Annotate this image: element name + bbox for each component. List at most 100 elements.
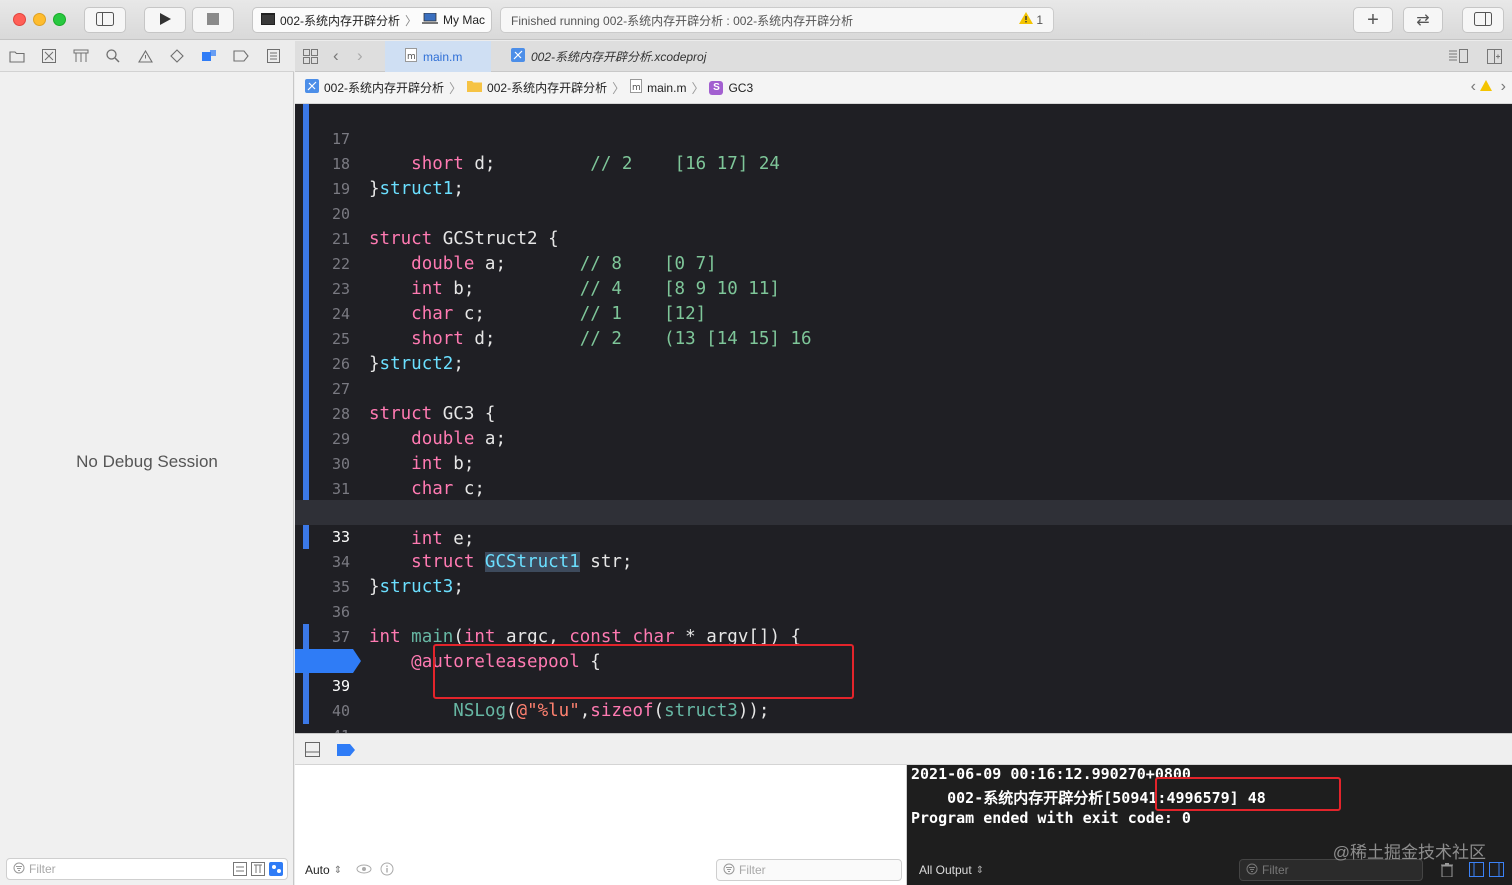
variables-filter-input[interactable]: Filter [716,859,902,881]
previous-issue-icon[interactable]: ‹ [1471,78,1476,96]
mac-device-icon [422,12,439,28]
code-line[interactable]: 28 double a; [295,377,1512,449]
navigator-filter-input[interactable]: Filter [6,858,288,880]
app-target-icon [261,12,275,28]
code-review-button[interactable]: ⇄ [1403,7,1443,33]
navigator-selector-bar [0,41,294,72]
code-line[interactable]: 34 }struct3; [295,525,1512,597]
sidebar-left-icon [96,11,114,29]
code-line[interactable]: 21 double a; // 8 [0 7] [295,202,1512,274]
scheme-selector[interactable]: 002-系统内存开辟分析 〉 My Mac [252,7,492,33]
hide-debug-area-icon[interactable] [305,742,320,762]
code-line[interactable]: 37 @autoreleasepool { [295,600,1512,672]
output-selector-label: All Output [919,863,972,877]
code-line[interactable]: 17 short d; // 2 [16 17] 24 [295,104,1512,174]
grid-options-icon[interactable] [233,862,247,879]
play-icon [158,12,172,29]
back-chevron-icon[interactable]: ‹ [333,46,339,66]
add-editor-icon[interactable] [1487,49,1502,69]
code-line[interactable]: 31 short d; [295,452,1512,524]
breakpoint-tag-icon[interactable] [232,47,250,65]
code-line[interactable]: 32 int e; [295,477,1512,549]
scheme-target-label: 002-系统内存开辟分析 [280,13,401,28]
m-file-icon: m [405,48,417,65]
warning-count: 1 [1036,12,1043,27]
chevron-right-icon: 〉 [612,81,626,96]
breakpoints-toggle-icon[interactable] [337,743,355,761]
annotation-highlight-box [433,644,854,699]
console-filter-placeholder: Filter [1262,863,1289,877]
code-line[interactable]: 20 struct GCStruct2 { [295,177,1512,249]
console-output[interactable]: 2021-06-09 00:16:12.990270+0800 002-系统内存… [907,765,1512,885]
editor-tab-bar: ‹ › m main.m 002-系统内存开辟分析.xcodeproj [295,41,1512,72]
warning-indicator[interactable]: 1 [1019,12,1043,27]
auto-scope-label: Auto [305,863,330,877]
code-line[interactable]: 36 int main(int argc, const char * argv[… [295,575,1512,647]
issue-warning-icon[interactable] [1480,80,1492,94]
code-line[interactable]: 22 int b; // 4 [8 9 10 11] [295,227,1512,299]
run-button[interactable] [144,7,186,33]
next-issue-icon[interactable]: › [1501,78,1506,96]
hierarchy-filter-icon[interactable] [251,862,265,879]
navigator-filter-placeholder: Filter [29,862,56,876]
tab-xcodeproj[interactable]: 002-系统内存开辟分析.xcodeproj [491,41,761,72]
people-filter-icon[interactable] [269,862,283,879]
issue-warning-icon[interactable] [136,47,154,65]
search-icon[interactable] [104,47,122,65]
split-view-left-icon[interactable] [1469,862,1484,880]
eye-icon[interactable] [356,863,372,877]
zoom-window-button[interactable] [53,13,66,26]
report-list-icon[interactable] [264,47,282,65]
code-line[interactable]: 35 [295,550,1512,596]
up-down-chevron-icon: ⇕ [975,864,985,876]
filter-icon [13,862,25,877]
code-line[interactable]: 41 [295,699,1512,733]
split-view-right-icon[interactable] [1489,862,1504,880]
code-line[interactable]: 30 char c; [295,427,1512,499]
current-code-line[interactable]: 33 struct GCStruct1 str; [295,500,1512,572]
jumpbar-file[interactable]: main.m [647,81,686,95]
folder-icon[interactable] [8,47,26,65]
jumpbar-folder[interactable]: 002-系统内存开辟分析 [487,79,607,96]
code-line[interactable]: 23 char c; // 1 [12] [295,252,1512,324]
debug-gauge-icon[interactable] [200,47,218,65]
stop-icon [207,12,219,28]
debug-bar [295,733,1512,765]
variables-footer: Auto ⇕ Filter [295,855,907,885]
filter-icon [1246,863,1258,878]
xcode-window: 002-系统内存开辟分析 〉 My Mac Finished running 0… [0,0,1512,885]
close-window-button[interactable] [13,13,26,26]
tab-label: main.m [423,49,463,64]
warning-icon [1019,12,1034,27]
toggle-navigator-button[interactable] [84,7,126,33]
forward-chevron-icon[interactable]: › [357,46,363,66]
jumpbar-project[interactable]: 002-系统内存开辟分析 [324,79,444,96]
adjust-editor-options-icon[interactable] [1448,49,1468,68]
auto-scope-selector[interactable]: Auto ⇕ [305,863,342,877]
code-line[interactable]: 18 }struct1; [295,127,1512,199]
code-line[interactable]: 26 [295,327,1512,373]
code-line[interactable]: 27 struct GC3 { [295,352,1512,424]
m-file-icon: m [630,79,643,96]
code-line[interactable]: 24 short d; // 2 (13 [14 15] 16 [295,277,1512,349]
source-editor[interactable]: 17 short d; // 2 [16 17] 24 18 }struct1;… [295,104,1512,733]
stop-button[interactable] [192,7,234,33]
code-line[interactable]: 29 int b; [295,402,1512,474]
tab-main-m[interactable]: m main.m [385,41,491,72]
library-button[interactable]: + [1353,7,1393,33]
output-selector[interactable]: All Output ⇕ [919,863,984,877]
grid-view-icon[interactable] [303,49,318,69]
minimize-window-button[interactable] [33,13,46,26]
info-icon[interactable] [380,862,394,879]
symbol-hierarchy-icon[interactable] [72,47,90,65]
code-line[interactable]: 25 }struct2; [295,302,1512,374]
test-diamond-icon[interactable] [168,47,186,65]
toggle-inspector-button[interactable] [1462,7,1504,33]
svg-text:m: m [407,52,416,62]
trash-icon[interactable] [1441,863,1453,880]
jumpbar-symbol[interactable]: GC3 [728,81,753,95]
code-line[interactable]: 19 [295,152,1512,198]
chevron-right-icon: 〉 [691,81,705,96]
debug-navigator: No Debug Session Filter [0,72,294,885]
source-control-icon[interactable] [40,47,58,65]
